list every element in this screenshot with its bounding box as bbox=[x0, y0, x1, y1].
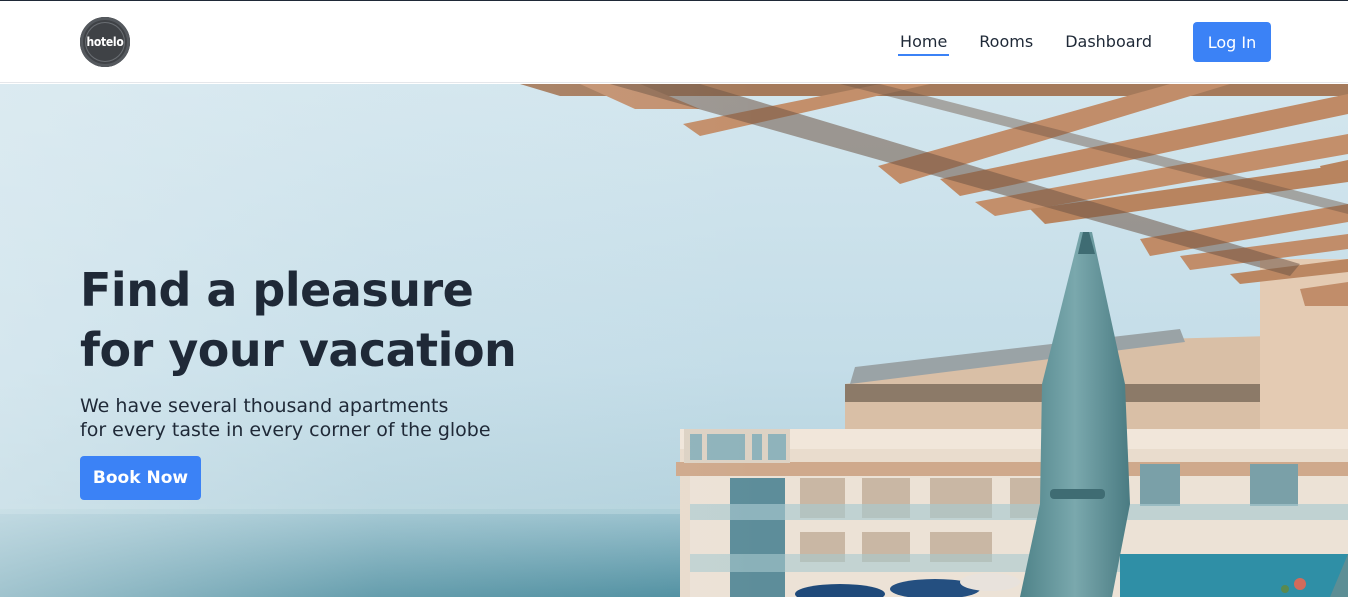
main-nav: Home Rooms Dashboard Log In bbox=[898, 22, 1271, 62]
hero-title: Find a pleasure for your vacation bbox=[80, 260, 517, 380]
nav-home-link[interactable]: Home bbox=[898, 22, 950, 62]
book-now-button[interactable]: Book Now bbox=[80, 456, 201, 500]
hero-section: Find a pleasure for your vacation We hav… bbox=[0, 84, 1348, 597]
nav-dashboard-link[interactable]: Dashboard bbox=[1065, 22, 1152, 62]
brand-logo[interactable]: hotelo bbox=[80, 17, 130, 67]
hero-subtitle-line-2: for every taste in every corner of the g… bbox=[80, 419, 491, 441]
hero-subtitle: We have several thousand apartments for … bbox=[80, 394, 516, 442]
login-button[interactable]: Log In bbox=[1193, 22, 1271, 62]
hero-text-block: Find a pleasure for your vacation We hav… bbox=[80, 260, 517, 442]
site-header: hotelo Home Rooms Dashboard Log In bbox=[0, 1, 1348, 83]
hero-subtitle-line-1: We have several thousand apartments bbox=[80, 395, 449, 417]
nav-rooms-link[interactable]: Rooms bbox=[979, 22, 1033, 62]
hero-title-line-2: for your vacation bbox=[80, 323, 517, 377]
hero-title-line-1: Find a pleasure bbox=[80, 263, 474, 317]
logo-text: hotelo bbox=[86, 35, 124, 49]
